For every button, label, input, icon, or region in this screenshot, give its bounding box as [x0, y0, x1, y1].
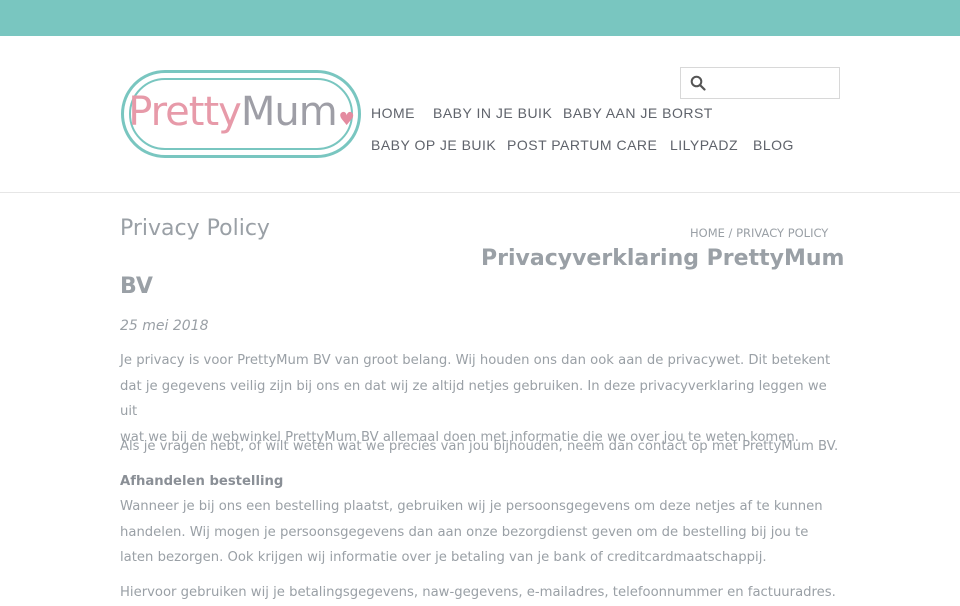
- logo-text-mum: Mum: [240, 89, 338, 135]
- section-paragraph: Wanneer je bij ons een bestelling plaats…: [120, 494, 844, 571]
- followup-paragraph: Hiervoor gebruiken wij je betalingsgegev…: [120, 585, 836, 600]
- nav-item-baby-op-je-buik[interactable]: BABY OP JE BUIK: [371, 137, 496, 153]
- document-title-line-1: Privacyverklaring PrettyMum: [481, 246, 845, 271]
- breadcrumb-home-link[interactable]: HOME: [690, 226, 725, 240]
- search-icon[interactable]: [690, 75, 706, 91]
- nav-item-post-partum-care[interactable]: POST PARTUM CARE: [507, 137, 657, 153]
- logo-text-pretty: Pretty: [128, 89, 242, 135]
- section-line: handelen. Wij mogen je persoonsgegevens …: [120, 524, 809, 540]
- logo-wordmark: PrettyMum ♥: [128, 89, 355, 135]
- nav-item-blog[interactable]: BLOG: [753, 137, 794, 153]
- site-logo[interactable]: PrettyMum ♥: [121, 70, 361, 158]
- document-date: 25 mei 2018: [120, 318, 209, 334]
- section-heading-afhandelen-bestelling: Afhandelen bestelling: [120, 474, 284, 489]
- nav-item-lilypadz[interactable]: LILYPADZ: [670, 137, 738, 153]
- nav-item-baby-aan-je-borst[interactable]: BABY AAN JE BORST: [563, 105, 713, 121]
- nav-item-home[interactable]: HOME: [371, 105, 415, 121]
- intro-line: Je privacy is voor PrettyMum BV van groo…: [120, 353, 831, 368]
- section-line: laten bezorgen. Ook krijgen wij informat…: [120, 550, 767, 565]
- breadcrumb-current: PRIVACY POLICY: [736, 226, 829, 240]
- breadcrumb-separator: /: [728, 226, 733, 240]
- contact-paragraph: Als je vragen hebt, of wilt weten wat we…: [120, 439, 839, 454]
- page-title: Privacy Policy: [120, 216, 270, 241]
- section-line: Wanneer je bij ons een bestelling plaats…: [120, 499, 823, 514]
- nav-item-baby-in-je-buik[interactable]: BABY IN JE BUIK: [433, 105, 552, 121]
- breadcrumb: HOME / PRIVACY POLICY: [690, 226, 828, 240]
- document-title-line-2: BV: [120, 274, 153, 299]
- top-accent-bar: [0, 0, 960, 36]
- intro-line: dat je gegevens veilig zijn bij ons en d…: [120, 378, 827, 420]
- heart-icon: ♥: [338, 109, 355, 130]
- search-box[interactable]: [680, 67, 840, 99]
